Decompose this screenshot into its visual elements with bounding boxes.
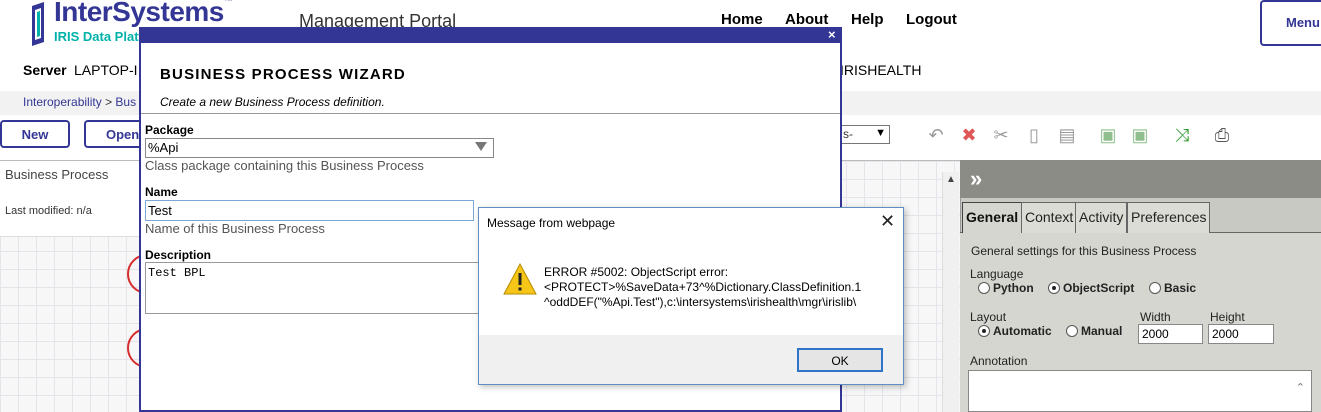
copy-icon[interactable]: ▯	[1022, 123, 1046, 147]
wizard-divider	[141, 113, 840, 114]
tab-general[interactable]: General	[962, 202, 1023, 233]
error-message-line: <PROTECT>%SaveData+73^%Dictionary.ClassD…	[544, 280, 862, 294]
radio-icon	[1149, 282, 1161, 294]
server-value: LAPTOP-I	[74, 62, 138, 78]
nav-logout-link[interactable]: Logout	[906, 11, 957, 28]
layout-label: Layout	[970, 310, 1007, 324]
open-button[interactable]: Open	[84, 120, 144, 148]
scroll-up-icon[interactable]: ⌃	[1296, 381, 1305, 394]
wizard-title-bar[interactable]	[139, 27, 842, 43]
chevron-down-icon: ▼	[875, 127, 886, 139]
error-message-line: ERROR #5002: ObjectScript error:	[544, 265, 729, 279]
nav-help-link[interactable]: Help	[851, 11, 884, 28]
package-select-value: %Api	[148, 140, 179, 155]
ok-button[interactable]: OK	[797, 348, 883, 372]
breadcrumb-separator: >	[105, 95, 113, 109]
print-icon[interactable]: ⎙	[1210, 123, 1234, 147]
cut-icon[interactable]: ✂	[989, 123, 1013, 147]
error-message-line: ^oddDEF("%Api.Test"),c:\intersystems\iri…	[544, 295, 857, 309]
toolbar-select[interactable]: s- ▼	[838, 125, 890, 144]
layout-automatic-radio[interactable]: Automatic	[978, 324, 1052, 338]
toolbar-select-value: s-	[843, 127, 853, 141]
settings-panel-header	[960, 160, 1321, 198]
annotation-label: Annotation	[970, 354, 1028, 368]
description-label: Description	[145, 248, 212, 262]
language-basic-radio[interactable]: Basic	[1149, 281, 1196, 295]
name-input[interactable]: Test	[145, 200, 474, 221]
radio-selected-icon	[1048, 282, 1060, 294]
close-icon[interactable]: ✕	[880, 212, 895, 230]
layout-manual-radio[interactable]: Manual	[1066, 324, 1122, 338]
close-icon[interactable]: ×	[828, 27, 836, 42]
general-settings-description: General settings for this Business Proce…	[971, 244, 1197, 258]
width-input[interactable]: 2000	[1138, 324, 1203, 344]
namespace-value: IRISHEALTH	[840, 62, 922, 78]
paste-icon[interactable]: ▤	[1055, 123, 1079, 147]
package-label: Package	[145, 123, 194, 137]
language-objectscript-radio[interactable]: ObjectScript	[1048, 281, 1134, 295]
tab-context[interactable]: Context	[1021, 202, 1078, 233]
group-icon[interactable]: ▣	[1128, 123, 1152, 147]
logo-name: InterSystems™	[54, 0, 233, 27]
nav-home-link[interactable]: Home	[721, 11, 763, 28]
menu-button[interactable]: Menu	[1260, 0, 1321, 46]
width-label: Width	[1140, 310, 1171, 324]
logo-mark-icon	[32, 2, 44, 46]
height-input[interactable]: 2000	[1208, 324, 1274, 344]
breadcrumb-business-link[interactable]: Bus	[115, 95, 136, 109]
diagram-last-modified: Last modified: n/a	[5, 205, 92, 217]
package-select[interactable]: %Api	[145, 138, 494, 158]
breadcrumb: Interoperability > Bus	[23, 95, 136, 109]
wizard-subtitle: Create a new Business Process definition…	[160, 95, 385, 109]
radio-icon	[1066, 325, 1078, 337]
tab-preferences[interactable]: Preferences	[1127, 202, 1211, 233]
breadcrumb-interoperability-link[interactable]: Interoperability	[23, 95, 102, 109]
radio-selected-icon	[978, 325, 990, 337]
arrange-icon[interactable]: ⤨	[1170, 123, 1194, 147]
package-help-text: Class package containing this Business P…	[145, 158, 424, 173]
warning-icon	[503, 263, 537, 295]
undo-icon[interactable]: ↶	[924, 123, 948, 147]
language-label: Language	[970, 267, 1024, 281]
name-help-text: Name of this Business Process	[145, 221, 325, 236]
diagram-title: Business Process	[5, 167, 109, 182]
message-dialog-title: Message from webpage	[487, 216, 616, 230]
chevron-down-icon	[475, 142, 487, 151]
nav-about-link[interactable]: About	[785, 11, 828, 28]
delete-icon[interactable]: ✖	[957, 123, 981, 147]
server-label: Server	[23, 62, 67, 78]
tab-activity[interactable]: Activity	[1075, 202, 1128, 233]
wizard-title: BUSINESS PROCESS WIZARD	[160, 66, 406, 83]
diagram-scrollbar[interactable]: ▲	[942, 172, 959, 412]
language-python-radio[interactable]: Python	[978, 281, 1034, 295]
new-button[interactable]: New	[0, 120, 70, 148]
scroll-up-icon[interactable]: ▲	[946, 174, 956, 185]
collapse-panel-icon[interactable]: »	[970, 166, 982, 192]
height-label: Height	[1210, 310, 1245, 324]
description-textarea[interactable]: Test BPL	[145, 262, 481, 314]
add-activity-icon[interactable]: ▣	[1096, 123, 1120, 147]
annotation-textarea[interactable]: ⌃	[968, 370, 1312, 412]
radio-icon	[978, 282, 990, 294]
name-label: Name	[145, 185, 178, 199]
